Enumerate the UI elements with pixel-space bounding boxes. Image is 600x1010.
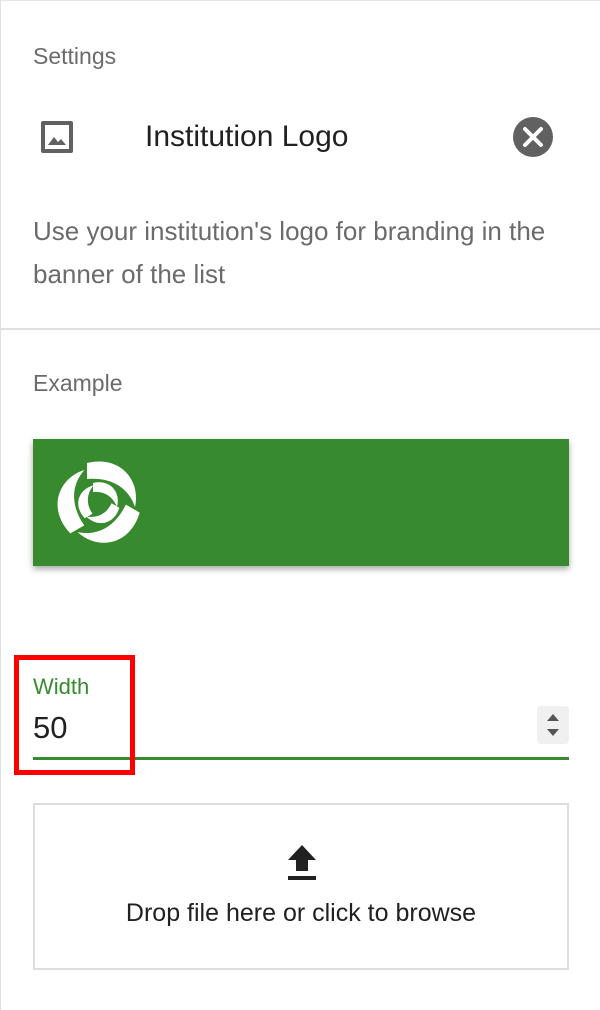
file-dropzone[interactable]: Drop file here or click to browse	[33, 803, 569, 970]
example-banner	[33, 439, 569, 566]
setting-description: Use your institution's logo for branding…	[33, 216, 546, 289]
width-highlight-box	[14, 655, 135, 775]
dropzone-label: Drop file here or click to browse	[125, 899, 477, 927]
section-divider	[1, 328, 600, 330]
image-icon	[39, 119, 75, 155]
setting-header: Institution Logo	[1, 110, 600, 166]
example-label: Example	[33, 370, 123, 396]
stepper-arrows-icon[interactable]	[537, 706, 569, 744]
setting-title: Institution Logo	[145, 120, 349, 153]
swirl-logo-icon	[53, 451, 145, 555]
section-title: Settings	[33, 43, 117, 69]
upload-arrow-icon	[286, 843, 318, 881]
settings-panel: Settings Institution Logo Use your insti…	[0, 0, 600, 1010]
close-icon[interactable]	[511, 115, 555, 159]
top-divider	[1, 0, 600, 1]
